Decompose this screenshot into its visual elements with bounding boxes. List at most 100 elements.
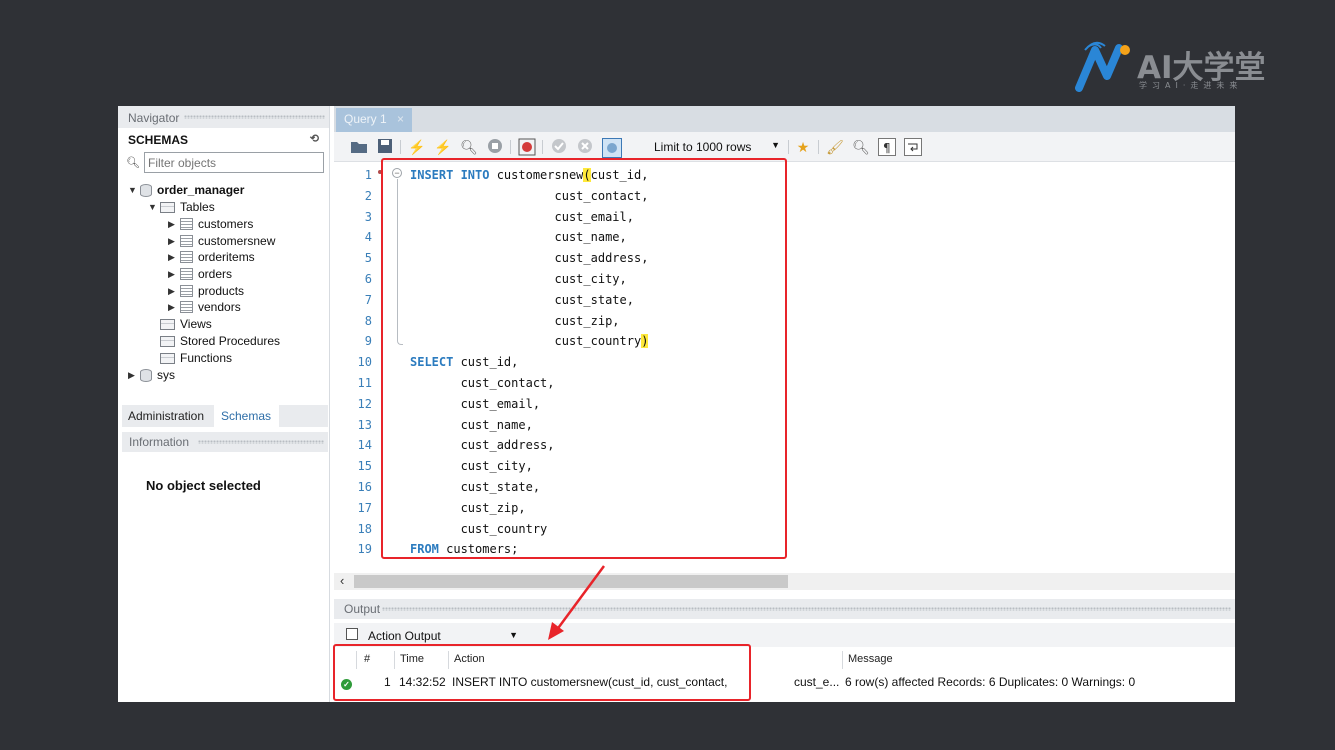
tab-administration[interactable]: Administration xyxy=(128,409,204,423)
query-tab-bar: Query 1 × xyxy=(334,106,1235,132)
toolbar-divider xyxy=(400,140,401,154)
add-snippet-icon[interactable]: ★ xyxy=(794,138,812,156)
line-number: 11 xyxy=(357,376,372,390)
tree-label: Stored Procedures xyxy=(180,334,281,348)
navigator-panel: Navigator SCHEMAS ⟲ 🔍︎ ▼ order_manager ▼… xyxy=(118,106,330,702)
execute-icon[interactable]: ⚡ xyxy=(408,138,426,156)
filter-objects-input[interactable] xyxy=(144,152,324,173)
autocommit-toggle-icon[interactable] xyxy=(602,138,622,158)
tree-node-table[interactable]: ▶ orderitems xyxy=(168,249,255,265)
line-number: 12 xyxy=(357,396,372,411)
line-number: 13 xyxy=(357,417,372,432)
tree-node-table[interactable]: ▶ customersnew xyxy=(168,233,275,249)
limit-rows-select[interactable]: Limit to 1000 rows ▼ xyxy=(654,138,780,156)
expand-right-icon[interactable]: ▶ xyxy=(168,302,180,313)
tree-node-table[interactable]: ▶ orders xyxy=(168,266,232,282)
line-number: 15 xyxy=(357,459,372,474)
logo-subtitle: 学习AI·走进未来 xyxy=(1139,81,1243,90)
beautify-icon[interactable]: 🖌︎ xyxy=(826,138,844,156)
tree-node-tables[interactable]: ▼ Tables xyxy=(148,199,215,215)
line-number: 14 xyxy=(357,438,372,453)
wrap-lines-icon[interactable] xyxy=(904,138,922,156)
navigator-header: Navigator xyxy=(118,106,329,128)
tree-label: Functions xyxy=(180,351,233,365)
expand-down-icon[interactable]: ▼ xyxy=(148,202,160,212)
line-number: 17 xyxy=(357,500,372,515)
tree-node-views[interactable]: Views xyxy=(160,316,212,332)
stop-icon[interactable] xyxy=(486,138,504,156)
toolbar-divider xyxy=(788,140,789,154)
tree-label: Tables xyxy=(180,200,215,214)
limit-rows-value: Limit to 1000 rows xyxy=(654,140,752,154)
tree-label: sys xyxy=(157,368,175,382)
line-number: 2 xyxy=(364,188,372,203)
line-number: 7 xyxy=(364,292,372,307)
tree-node-table[interactable]: ▶ products xyxy=(168,283,244,299)
expand-right-icon[interactable]: ▶ xyxy=(168,252,180,263)
header-grip xyxy=(198,440,324,444)
rollback-icon[interactable] xyxy=(576,138,594,156)
header-grip xyxy=(184,115,325,119)
execute-current-icon[interactable]: ⚡ xyxy=(434,138,452,156)
commit-icon[interactable] xyxy=(550,138,568,156)
tree-node-stored-procedures[interactable]: Stored Procedures xyxy=(160,333,280,349)
row-action-tail: cust_e... xyxy=(794,675,840,689)
save-icon[interactable] xyxy=(376,138,394,156)
no-object-selected-text: No object selected xyxy=(146,478,261,493)
stop-on-error-icon[interactable] xyxy=(518,138,536,156)
line-number: 19 xyxy=(357,542,372,557)
expand-right-icon[interactable]: ▶ xyxy=(168,236,180,247)
schemas-header: SCHEMAS ⟲ xyxy=(118,128,329,150)
database-icon xyxy=(140,368,152,382)
horizontal-scrollbar[interactable]: ‹ xyxy=(334,573,1235,590)
expand-right-icon[interactable]: ▶ xyxy=(128,370,140,381)
copy-icon[interactable] xyxy=(346,628,358,640)
navigator-tabs: Administration Schemas xyxy=(122,405,328,427)
line-number: 4 xyxy=(364,230,372,245)
highlight-box-sql xyxy=(381,158,787,559)
tree-label: customers xyxy=(198,217,254,231)
tree-label: vendors xyxy=(198,300,241,314)
line-number: 8 xyxy=(364,313,372,328)
toolbar-divider xyxy=(818,140,819,154)
refresh-icon[interactable]: ⟲ xyxy=(310,132,319,145)
expand-right-icon[interactable]: ▶ xyxy=(168,286,180,297)
tab-query-1[interactable]: Query 1 × xyxy=(336,108,412,132)
tree-label: Views xyxy=(180,317,212,331)
scroll-thumb[interactable] xyxy=(354,575,788,588)
invisible-chars-icon[interactable]: ¶ xyxy=(878,138,896,156)
tree-node-order-manager[interactable]: ▼ order_manager xyxy=(128,182,244,198)
header-grip xyxy=(382,607,1231,611)
tree-node-functions[interactable]: Functions xyxy=(160,350,232,366)
filter-row: 🔍︎ xyxy=(118,150,329,176)
tree-node-table[interactable]: ▶ vendors xyxy=(168,299,241,315)
folder-icon xyxy=(160,201,175,213)
expand-down-icon[interactable]: ▼ xyxy=(128,185,140,195)
line-number: 5 xyxy=(364,251,372,266)
tab-schemas[interactable]: Schemas xyxy=(214,405,280,427)
line-number: 16 xyxy=(357,480,372,494)
table-icon xyxy=(180,301,193,313)
explain-icon[interactable]: 🔍︎ xyxy=(460,138,478,156)
line-number: 9 xyxy=(364,334,372,349)
schemas-label: SCHEMAS xyxy=(128,133,189,147)
chevron-down-icon: ▼ xyxy=(509,630,518,640)
expand-right-icon[interactable]: ▶ xyxy=(168,269,180,280)
folder-icon xyxy=(160,335,175,347)
scroll-left-icon[interactable]: ‹ xyxy=(340,573,344,588)
chevron-down-icon: ▼ xyxy=(771,140,780,150)
search-icon: 🔍︎ xyxy=(126,157,140,169)
toolbar-divider xyxy=(542,140,543,154)
tree-label: customersnew xyxy=(198,234,276,248)
open-folder-icon[interactable] xyxy=(350,138,368,156)
output-type-select[interactable]: Action Output ▼ xyxy=(368,627,520,645)
line-number: 6 xyxy=(364,272,372,286)
output-type-value: Action Output xyxy=(368,629,441,643)
tree-node-sys[interactable]: ▶ sys xyxy=(128,367,175,383)
table-icon xyxy=(180,268,193,280)
expand-right-icon[interactable]: ▶ xyxy=(168,219,180,230)
close-icon[interactable]: × xyxy=(397,112,404,126)
tree-node-table[interactable]: ▶ customers xyxy=(168,216,253,232)
tree-label: order_manager xyxy=(157,183,245,197)
find-icon[interactable]: 🔍︎ xyxy=(852,138,870,156)
